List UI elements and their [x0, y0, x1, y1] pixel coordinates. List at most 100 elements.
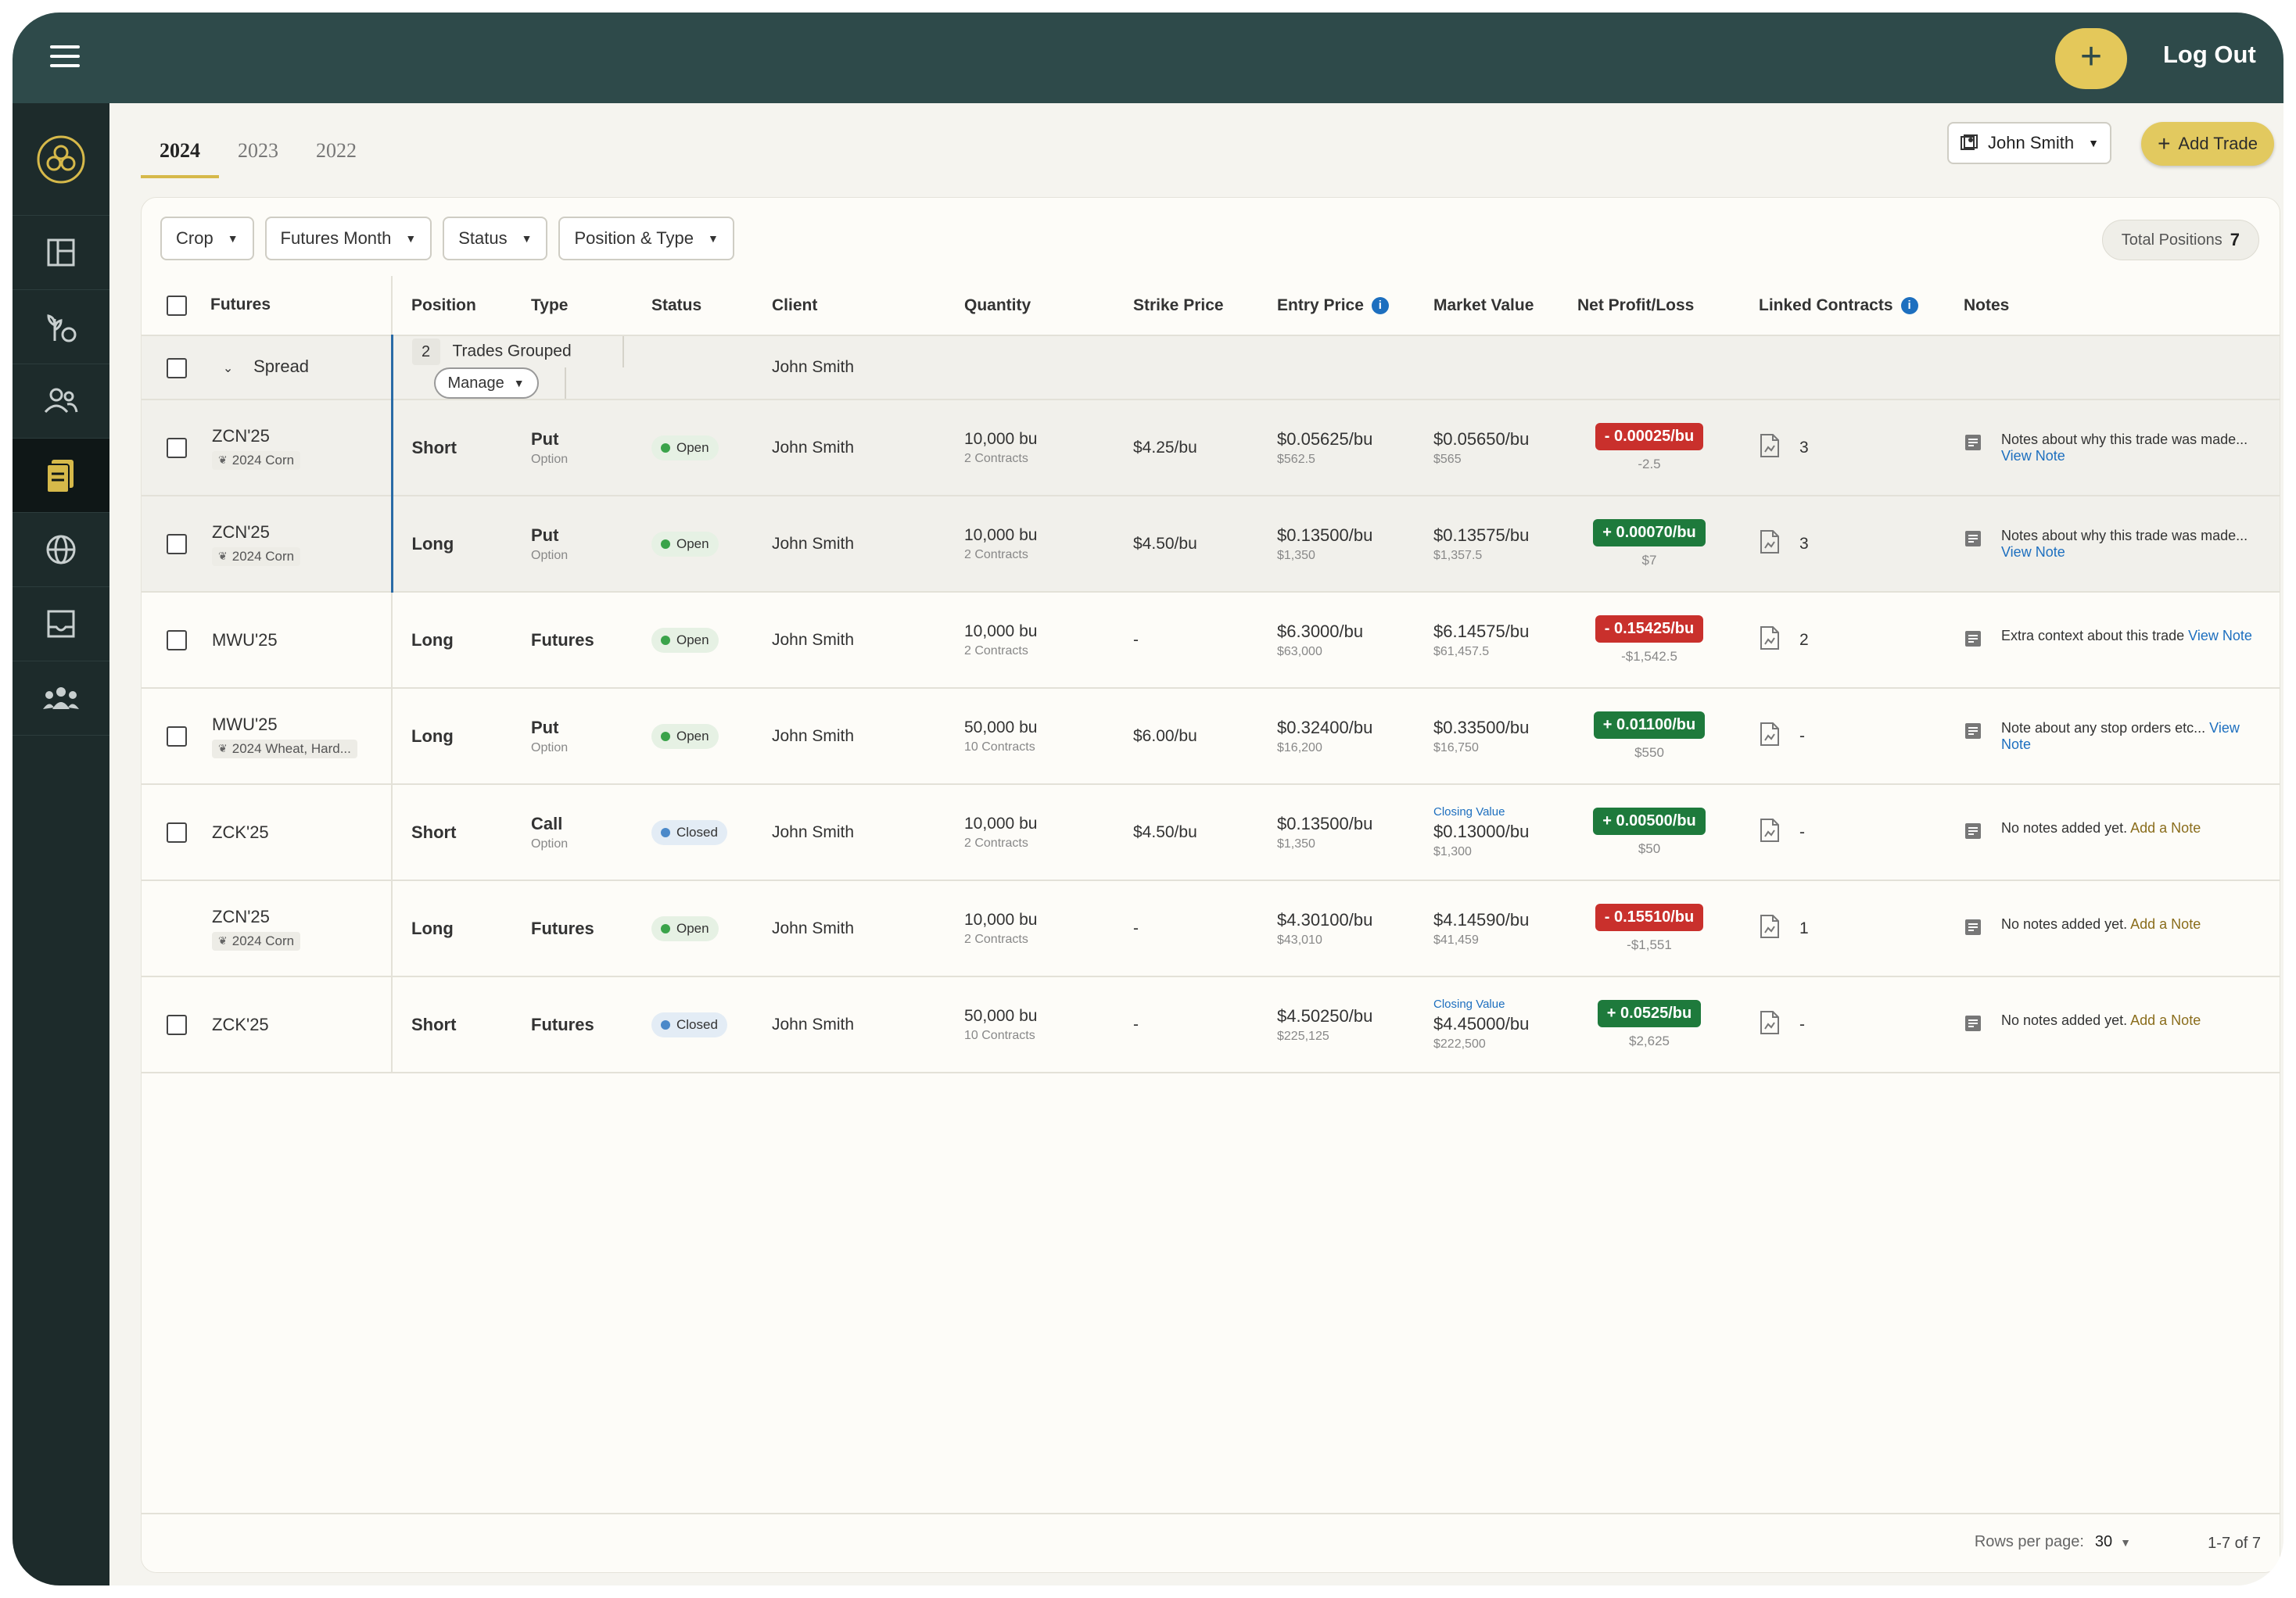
table-row[interactable]: MWU'25 Long Futures Open John Smith 10,0… — [142, 592, 2280, 690]
col-status[interactable]: Status — [633, 276, 753, 336]
row-checkbox[interactable] — [167, 629, 187, 650]
plus-button[interactable]: + — [2055, 28, 2127, 89]
row-checkbox[interactable] — [167, 437, 187, 458]
chevron-down-icon[interactable]: ⌄ — [223, 362, 233, 375]
group-row[interactable]: ⌄ Spread 2 Trades Grouped Manage ▼ John Sm… — [142, 335, 2280, 401]
closing-value-label: Closing Value — [1433, 805, 1505, 819]
quantity-cell: 10,000 bu 2 Contracts — [945, 592, 1114, 690]
dashboard-icon[interactable] — [13, 216, 109, 290]
table-row[interactable]: ZCN'25 ❦ 2024 Corn Long Futures Open John … — [142, 880, 2280, 978]
futures-name: ZCN'25 — [212, 521, 270, 542]
group-checkbox[interactable] — [167, 357, 187, 378]
market-cell: Closing Value $4.45000/bu $222,500 — [1415, 976, 1559, 1074]
col-strike[interactable]: Strike Price — [1114, 276, 1258, 336]
add-note-link[interactable]: Add a Note — [2130, 820, 2201, 836]
client-cell: John Smith — [753, 400, 945, 497]
status-cell: Open — [633, 592, 753, 690]
trades-icon[interactable] — [13, 439, 109, 513]
note-icon[interactable] — [1964, 629, 1982, 652]
table-row[interactable]: ZCN'25 ❦ 2024 Corn Short Put Option Open Jo… — [142, 400, 2280, 497]
manage-button[interactable]: Manage ▼ — [433, 367, 539, 400]
note-icon[interactable] — [1964, 433, 1982, 456]
view-note-link[interactable]: View Note — [2001, 448, 2065, 464]
row-checkbox[interactable] — [167, 822, 187, 843]
note-icon[interactable] — [1964, 529, 1982, 552]
futures-cell: MWU'25 ❦ 2024 Wheat, Hard... — [142, 688, 393, 786]
info-icon[interactable]: i — [1900, 296, 1918, 314]
status-dot-icon — [661, 827, 670, 837]
type-value: Put — [531, 717, 559, 737]
document-icon[interactable] — [1759, 818, 1781, 847]
note-icon[interactable] — [1964, 722, 1982, 744]
view-note-link[interactable]: View Note — [2188, 628, 2252, 643]
document-icon[interactable] — [1759, 914, 1781, 944]
client-select[interactable]: John Smith ▼ — [1947, 122, 2111, 164]
document-icon[interactable] — [1759, 1010, 1781, 1040]
row-checkbox[interactable] — [167, 726, 187, 747]
tab-2023[interactable]: 2023 — [219, 127, 297, 178]
note-icon[interactable] — [1964, 1014, 1982, 1037]
group-count: 2 — [411, 338, 440, 365]
view-note-link[interactable]: View Note — [2001, 544, 2065, 560]
clients-icon[interactable] — [13, 364, 109, 439]
col-type[interactable]: Type — [512, 276, 633, 336]
chevron-down-icon[interactable]: ▼ — [2120, 1536, 2131, 1549]
document-icon[interactable] — [1759, 625, 1781, 655]
entry-cell: $0.05625/bu $562.5 — [1258, 400, 1415, 497]
crop-filter[interactable]: Crop ▼ — [160, 217, 254, 260]
inbox-icon[interactable] — [13, 587, 109, 661]
document-icon[interactable] — [1759, 722, 1781, 751]
col-market[interactable]: Market Value — [1415, 276, 1559, 336]
tab-2024[interactable]: 2024 — [141, 127, 219, 178]
document-icon[interactable] — [1759, 529, 1781, 559]
table-row[interactable]: ZCN'25 ❦ 2024 Corn Long Put Option Open Joh… — [142, 496, 2280, 593]
add-note-link[interactable]: Add a Note — [2130, 916, 2201, 932]
team-icon[interactable] — [13, 661, 109, 736]
note-icon[interactable] — [1964, 918, 1982, 941]
rows-per-page-select[interactable]: 30 — [2095, 1533, 2112, 1551]
col-pnl[interactable]: Net Profit/Loss — [1559, 276, 1740, 336]
tab-2022[interactable]: 2022 — [297, 127, 375, 178]
position-cell: Short — [392, 976, 512, 1074]
status-cell: Open — [633, 400, 753, 497]
col-entry[interactable]: Entry Price i — [1258, 276, 1415, 336]
notes-cell: No notes added yet. Add a Note — [1945, 880, 2280, 978]
divider — [622, 336, 625, 367]
document-icon[interactable] — [1759, 433, 1781, 463]
table-row[interactable]: ZCK'25 Short Call Option Closed John Smit… — [142, 784, 2280, 882]
table-row[interactable]: MWU'25 ❦ 2024 Wheat, Hard... Long Put Optio… — [142, 688, 2280, 786]
col-linked[interactable]: Linked Contracts i — [1740, 276, 1945, 336]
col-quantity[interactable]: Quantity — [945, 276, 1114, 336]
linked-count: 3 — [1799, 534, 1809, 553]
entry-total: $225,125 — [1277, 1029, 1329, 1043]
col-notes[interactable]: Notes — [1945, 276, 2280, 336]
status-badge: Open — [651, 915, 719, 941]
status-filter[interactable]: Status ▼ — [443, 217, 548, 260]
strike-cell: - — [1114, 976, 1258, 1074]
pnl-badge: - 0.00025/bu — [1595, 423, 1704, 451]
info-icon[interactable]: i — [1371, 296, 1389, 314]
logout-button[interactable]: Log Out — [2163, 41, 2256, 69]
note-text: Extra context about this trade — [2001, 628, 2185, 644]
type-value: Call — [531, 813, 563, 833]
markets-icon[interactable] — [13, 513, 109, 587]
add-trade-button[interactable]: + Add Trade — [2141, 122, 2274, 166]
type-value: Futures — [531, 629, 594, 650]
row-checkbox[interactable] — [167, 533, 187, 554]
chevron-down-icon: ▼ — [227, 232, 239, 245]
row-checkbox[interactable] — [167, 1014, 187, 1035]
position-type-filter[interactable]: Position & Type ▼ — [558, 217, 734, 260]
pnl-cell: + 0.0525/bu $2,625 — [1559, 976, 1740, 1074]
select-all-checkbox[interactable] — [167, 295, 187, 316]
table-row[interactable]: ZCK'25 Short Futures Closed John Smith 5… — [142, 976, 2280, 1074]
contracts-value: 2 Contracts — [964, 451, 1028, 465]
col-position[interactable]: Position — [392, 276, 512, 336]
logo-icon[interactable] — [13, 103, 109, 216]
note-icon[interactable] — [1964, 822, 1982, 844]
menu-icon[interactable] — [50, 45, 80, 70]
col-client[interactable]: Client — [753, 276, 945, 336]
pnl-badge: + 0.0525/bu — [1597, 1000, 1702, 1028]
futures-month-filter[interactable]: Futures Month ▼ — [264, 217, 432, 260]
add-note-link[interactable]: Add a Note — [2130, 1012, 2201, 1028]
crop-icon[interactable] — [13, 290, 109, 364]
